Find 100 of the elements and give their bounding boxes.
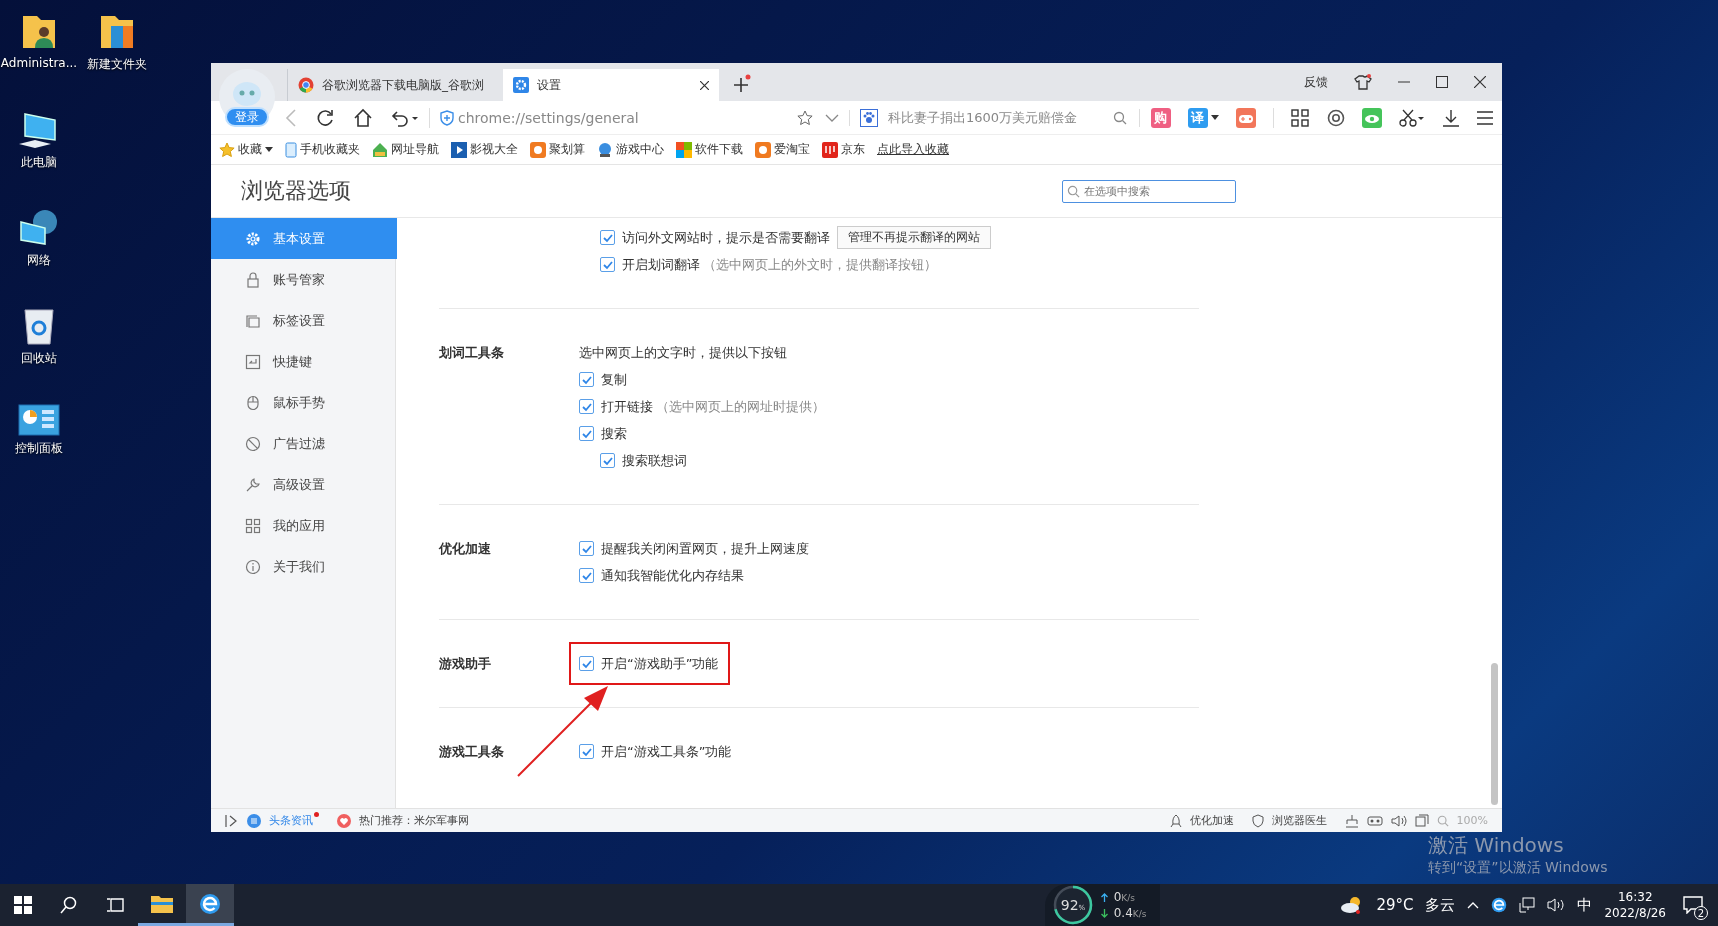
house-icon [372, 141, 388, 158]
checkbox[interactable] [579, 656, 594, 671]
settings-icon [513, 77, 529, 93]
manage-button[interactable]: 管理不再提示翻译的网站 [837, 226, 991, 249]
bookmark-item[interactable]: 聚划算 [549, 141, 585, 158]
address-bar[interactable]: chrome://settings/general [440, 109, 850, 126]
import-link[interactable]: 点此导入收藏 [877, 141, 949, 158]
checkbox[interactable] [579, 541, 594, 556]
film-icon [451, 141, 467, 158]
apps-grid-icon[interactable] [1291, 108, 1310, 127]
speaker-icon[interactable] [1390, 813, 1407, 828]
task-view-icon[interactable] [106, 896, 124, 914]
bookmark-item[interactable]: 收藏 [238, 141, 262, 158]
recycle-bin-icon[interactable] [21, 306, 57, 346]
tiles-icon [676, 141, 692, 158]
caret-icon[interactable] [1210, 114, 1219, 121]
clock-date[interactable]: 2022/8/26 [1604, 905, 1666, 921]
checkbox[interactable] [579, 744, 594, 759]
mouse-icon [245, 394, 261, 411]
browser-button[interactable] [186, 884, 234, 926]
options-search-field[interactable]: 在选项中搜索 [1062, 179, 1236, 203]
speaker-icon[interactable] [1547, 897, 1566, 913]
chevron-up-icon[interactable] [1467, 901, 1480, 909]
block-icon [245, 435, 261, 452]
sidebar-item[interactable]: 广告过滤 [211, 423, 395, 464]
chevron-down-icon[interactable] [825, 112, 839, 123]
close-tab-icon[interactable] [700, 80, 709, 90]
option-label: 搜索 [601, 424, 627, 443]
option-label: 开启划词翻译 [622, 255, 700, 274]
bookmark-item[interactable]: 软件下载 [695, 141, 743, 158]
section-label: 游戏工具条 [439, 744, 504, 759]
search-field[interactable]: 科比妻子捐出1600万美元赔偿金 [860, 108, 1140, 127]
maximize-icon[interactable] [1436, 76, 1448, 88]
checkbox[interactable] [579, 426, 594, 441]
notification-count: 2 [1694, 906, 1708, 920]
sidebar-item[interactable]: 标签设置 [211, 300, 395, 341]
apps-grid-icon [245, 517, 261, 534]
shirt-icon[interactable] [1354, 74, 1372, 90]
bookmark-item[interactable]: 京东 [841, 141, 865, 158]
tabs-icon [245, 312, 261, 329]
sidebar-item[interactable]: 账号管家 [211, 259, 395, 300]
close-icon[interactable] [1474, 76, 1486, 88]
search-icon [1067, 184, 1080, 198]
bookmark-item[interactable]: 网址导航 [391, 141, 439, 158]
download-icon[interactable] [1442, 108, 1461, 127]
scissors-icon[interactable] [1398, 108, 1425, 127]
option-label: 打开链接 [601, 397, 653, 416]
temperature[interactable]: 29°C [1376, 896, 1414, 914]
caret-icon[interactable] [265, 146, 273, 153]
speedup-button[interactable]: 优化加速 [1189, 813, 1234, 828]
sidebar-item[interactable]: 高级设置 [211, 464, 395, 505]
windows-start-icon[interactable] [14, 896, 32, 914]
checkbox[interactable] [600, 453, 615, 468]
feedback-button[interactable]: 反馈 [1304, 73, 1328, 91]
browser-doctor-button[interactable]: 浏览器医生 [1271, 813, 1327, 828]
search-icon[interactable] [60, 896, 78, 914]
checkbox[interactable] [600, 230, 615, 245]
bookmark-item[interactable]: 爱淘宝 [774, 141, 810, 158]
option-label: 复制 [601, 370, 627, 389]
sidebar-item[interactable]: 关于我们 [211, 546, 395, 587]
scrollbar[interactable] [1491, 663, 1498, 805]
at-sign-icon[interactable] [1326, 108, 1345, 127]
checkbox[interactable] [600, 257, 615, 272]
new-tab-icon[interactable] [731, 74, 751, 94]
input-method[interactable]: 中 [1577, 895, 1593, 915]
sidebar-item[interactable]: 鼠标手势 [211, 382, 395, 423]
clock-time[interactable]: 16:32 [1617, 889, 1653, 905]
bookmark-item[interactable]: 游戏中心 [616, 141, 664, 158]
checkbox[interactable] [579, 399, 594, 414]
option-label: 开启“游戏工具条”功能 [601, 742, 732, 761]
rocket-icon [1169, 813, 1182, 828]
reload-icon[interactable] [315, 107, 335, 128]
control-panel-icon[interactable] [18, 404, 60, 436]
browser-icon[interactable] [1491, 897, 1508, 913]
weather-text[interactable]: 多云 [1425, 895, 1456, 915]
sidebar-item[interactable]: 我的应用 [211, 505, 395, 546]
desktop-icon-label: 控制面板 [15, 440, 63, 457]
bookmark-item[interactable]: 手机收藏夹 [300, 141, 360, 158]
news-link[interactable]: 头条资讯 [269, 813, 313, 828]
page-title: 浏览器选项 [241, 177, 351, 205]
section-description: 选中网页上的文字时，提供以下按钮 [579, 344, 788, 362]
sidebar-toggle-icon[interactable] [225, 814, 239, 827]
home-icon[interactable] [353, 107, 373, 128]
desktop-icon-label: 新建文件夹 [87, 56, 147, 73]
hot-recommendation[interactable]: 热门推荐：米尔军事网 [359, 813, 469, 828]
upload-rate: 0K/s [1113, 890, 1135, 904]
star-icon[interactable] [797, 109, 813, 126]
checkbox[interactable] [579, 568, 594, 583]
window-icon[interactable] [1414, 813, 1429, 828]
sidebar-item[interactable]: 快捷键 [211, 341, 395, 382]
option-label: 搜索联想词 [622, 451, 687, 470]
menu-icon[interactable] [1477, 110, 1494, 125]
gamepad-icon[interactable] [1235, 107, 1256, 128]
checkbox[interactable] [579, 372, 594, 387]
vr-glasses-icon[interactable] [1366, 814, 1383, 827]
notification-button[interactable]: 2 [1678, 890, 1708, 920]
network-icon[interactable] [1519, 897, 1536, 913]
browser-tab[interactable]: 设置 [503, 69, 719, 101]
bookmark-item[interactable]: 影视大全 [470, 141, 518, 158]
zoom-icon [1436, 814, 1449, 827]
